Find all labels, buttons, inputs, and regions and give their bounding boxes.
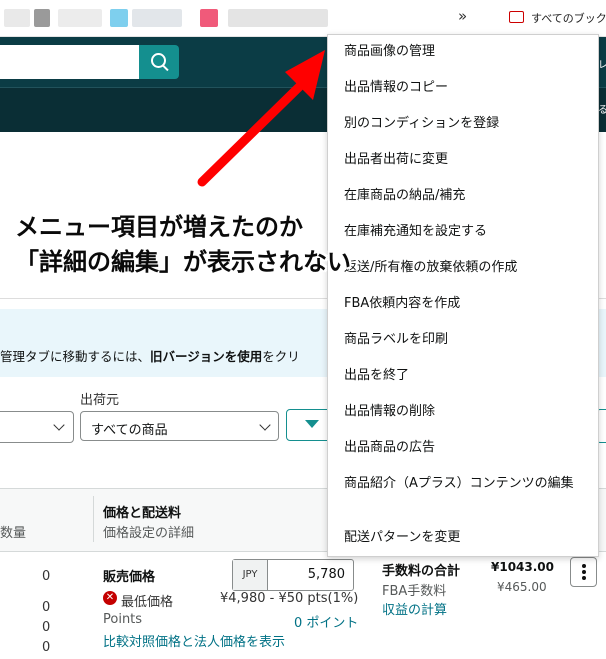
row-actions-menu-button[interactable] bbox=[570, 557, 597, 587]
fee-total-value: ¥1043.00 bbox=[491, 560, 555, 574]
fba-fee-label: FBA手数料 bbox=[382, 584, 447, 599]
quantity-value: 0 bbox=[42, 569, 51, 584]
menu-item-create-fba-shipment[interactable]: FBA依頼内容を作成 bbox=[344, 294, 589, 313]
profit-calculator-link[interactable]: 収益の計算 bbox=[382, 599, 447, 618]
fba-fee-value: ¥465.00 bbox=[497, 580, 547, 594]
ship-from-select[interactable]: すべての商品 bbox=[80, 411, 279, 441]
menu-item-copy-listing[interactable]: 出品情報のコピー bbox=[344, 78, 589, 97]
kebab-dot-icon bbox=[582, 564, 586, 568]
bookmarks-overflow-button[interactable]: » bbox=[458, 7, 467, 25]
menu-item-edit-a-plus-content[interactable]: 商品紹介（Aプラス）コンテンツの編集 bbox=[344, 474, 589, 493]
fee-total-label: 手数料の合計 bbox=[382, 564, 461, 579]
kebab-dot-icon bbox=[582, 570, 586, 574]
chevron-down-icon bbox=[259, 419, 271, 431]
ship-from-selected: すべての商品 bbox=[91, 423, 168, 438]
column-header-quantity: 数量 bbox=[0, 526, 27, 541]
filter-funnel-icon bbox=[305, 420, 319, 428]
annotation-caption: メニュー項目が増えたのか 「詳細の編集」が表示されない bbox=[15, 207, 575, 277]
sale-price-label: 販売価格 bbox=[103, 570, 156, 585]
header-edge-glyph: レ bbox=[598, 60, 606, 71]
bookmark-folder-icon bbox=[509, 11, 524, 23]
points-label: Points bbox=[103, 612, 143, 627]
price-input-field[interactable]: JPY 5,780 bbox=[232, 559, 354, 591]
price-input-value: 5,780 bbox=[307, 567, 345, 582]
chevron-down-icon bbox=[53, 419, 65, 431]
menu-item-print-labels[interactable]: 商品ラベルを印刷 bbox=[344, 330, 589, 349]
banner-text: 管理タブに移動するには、旧バージョンを使用をクリ bbox=[0, 349, 300, 364]
menu-item-change-to-merchant-fulfilled[interactable]: 出品者出荷に変更 bbox=[344, 150, 589, 169]
menu-item-close-listing[interactable]: 出品を終了 bbox=[344, 366, 589, 385]
quantity-value: 0 bbox=[42, 600, 51, 615]
annotation-line-1: メニュー項目が増えたのか bbox=[15, 213, 303, 241]
subnav-edge-glyph: る bbox=[598, 105, 606, 116]
filter-button[interactable] bbox=[286, 409, 332, 441]
column-header-price[interactable]: 価格と配送料 bbox=[103, 502, 181, 521]
menu-item-manage-images[interactable]: 商品画像の管理 bbox=[344, 42, 589, 61]
column-divider bbox=[93, 496, 94, 542]
status-filter-select[interactable] bbox=[0, 411, 74, 443]
points-value-link[interactable]: 0 ポイント bbox=[294, 612, 358, 631]
quantity-value: 0 bbox=[42, 640, 51, 655]
menu-item-advertise-listing[interactable]: 出品商品の広告 bbox=[344, 438, 589, 457]
search-button[interactable] bbox=[139, 45, 179, 79]
currency-tag: JPY bbox=[233, 560, 268, 590]
menu-item-change-shipping-template[interactable]: 配送パターンを変更 bbox=[344, 528, 589, 547]
quantity-value: 0 bbox=[42, 620, 51, 635]
compare-prices-link[interactable]: 比較対照価格と法人価格を表示 bbox=[103, 631, 285, 650]
menu-item-delete-listing[interactable]: 出品情報の削除 bbox=[344, 402, 589, 421]
annotation-line-2: 「詳細の編集」が表示されない bbox=[15, 248, 351, 276]
error-x-icon: ✕ bbox=[103, 591, 117, 605]
all-bookmarks-link[interactable]: すべてのブックマ bbox=[531, 10, 606, 26]
menu-item-send-replenish-inventory[interactable]: 在庫商品の納品/補充 bbox=[344, 186, 589, 205]
row-actions-dropdown-menu: 商品画像の管理 出品情報のコピー 別のコンディションを登録 出品者出荷に変更 在… bbox=[327, 34, 599, 557]
kebab-dot-icon bbox=[582, 576, 586, 580]
min-price-label: 最低価格 bbox=[121, 595, 174, 610]
min-price-value: ¥4,980 - ¥50 pts(1%) bbox=[220, 591, 359, 606]
use-old-version-link[interactable]: 旧バージョンを使用 bbox=[150, 349, 262, 364]
column-subheader-price-details: 価格設定の詳細 bbox=[103, 526, 195, 541]
search-input[interactable] bbox=[0, 45, 139, 79]
search-icon bbox=[151, 53, 166, 68]
menu-item-add-condition[interactable]: 別のコンディションを登録 bbox=[344, 114, 589, 133]
ship-from-label: 出荷元 bbox=[80, 393, 120, 408]
